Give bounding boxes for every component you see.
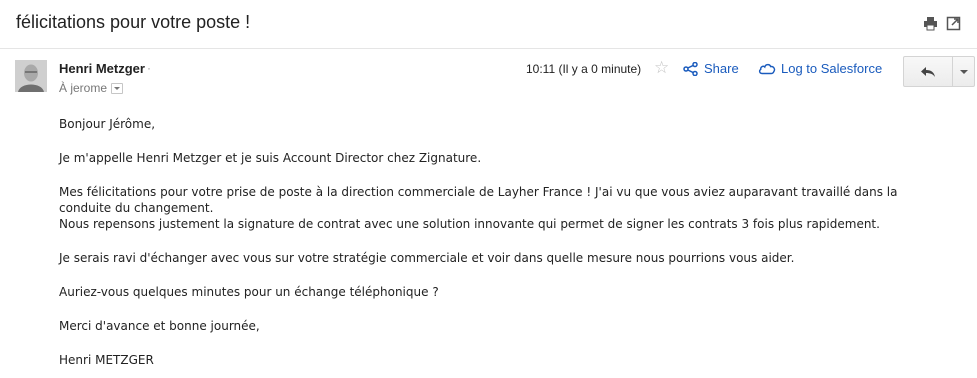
email-subject: félicitations pour votre poste ! <box>16 12 251 32</box>
share-button[interactable]: Share <box>683 61 739 76</box>
signature-line: Henri METZGER <box>59 353 154 367</box>
avatar-photo <box>15 60 47 92</box>
salesforce-label: Log to Salesforce <box>781 61 883 76</box>
subject-bar: félicitations pour votre poste ! <box>0 0 977 48</box>
recipient-line: À jerome <box>59 81 124 95</box>
sender-avatar[interactable] <box>15 60 47 92</box>
share-icon <box>683 61 698 76</box>
intro-line: Je m'appelle Henri Metzger et je suis Ac… <box>59 151 482 165</box>
log-to-salesforce-button[interactable]: Log to Salesforce <box>758 61 882 76</box>
reply-arrow-icon <box>921 66 935 77</box>
reply-button-group <box>903 56 975 87</box>
paragraph-line-1: Mes félicitations pour votre prise de po… <box>59 185 898 199</box>
open-new-window-icon[interactable] <box>946 16 961 31</box>
subject-toolbar <box>923 16 961 31</box>
reply-button[interactable] <box>904 57 953 86</box>
sender-name[interactable]: Henri Metzger <box>59 61 145 76</box>
chevron-down-icon <box>959 69 968 74</box>
sender-separator: · <box>147 61 151 75</box>
share-label: Share <box>704 61 739 76</box>
email-timestamp: 10:11 (Il y a 0 minute) <box>526 62 642 76</box>
salesforce-cloud-icon <box>758 63 776 75</box>
thanks-line: Merci d'avance et bonne journée, <box>59 319 260 333</box>
star-icon[interactable]: ☆ <box>654 59 669 76</box>
greeting-line: Bonjour Jérôme, <box>59 117 156 131</box>
show-details-dropdown[interactable] <box>111 82 124 94</box>
email-body: Bonjour Jérôme, Je m'appelle Henri Metzg… <box>59 116 964 368</box>
print-icon[interactable] <box>923 16 938 31</box>
header-divider <box>0 48 977 49</box>
recipient-label: À jerome <box>59 81 108 95</box>
strategy-line: Je serais ravi d'échanger avec vous sur … <box>59 251 795 265</box>
more-actions-button[interactable] <box>953 57 974 86</box>
paragraph-line-2: conduite du changement. <box>59 201 214 215</box>
question-line: Auriez-vous quelques minutes pour un éch… <box>59 285 439 299</box>
paragraph-line-3: Nous repensons justement la signature de… <box>59 217 880 231</box>
